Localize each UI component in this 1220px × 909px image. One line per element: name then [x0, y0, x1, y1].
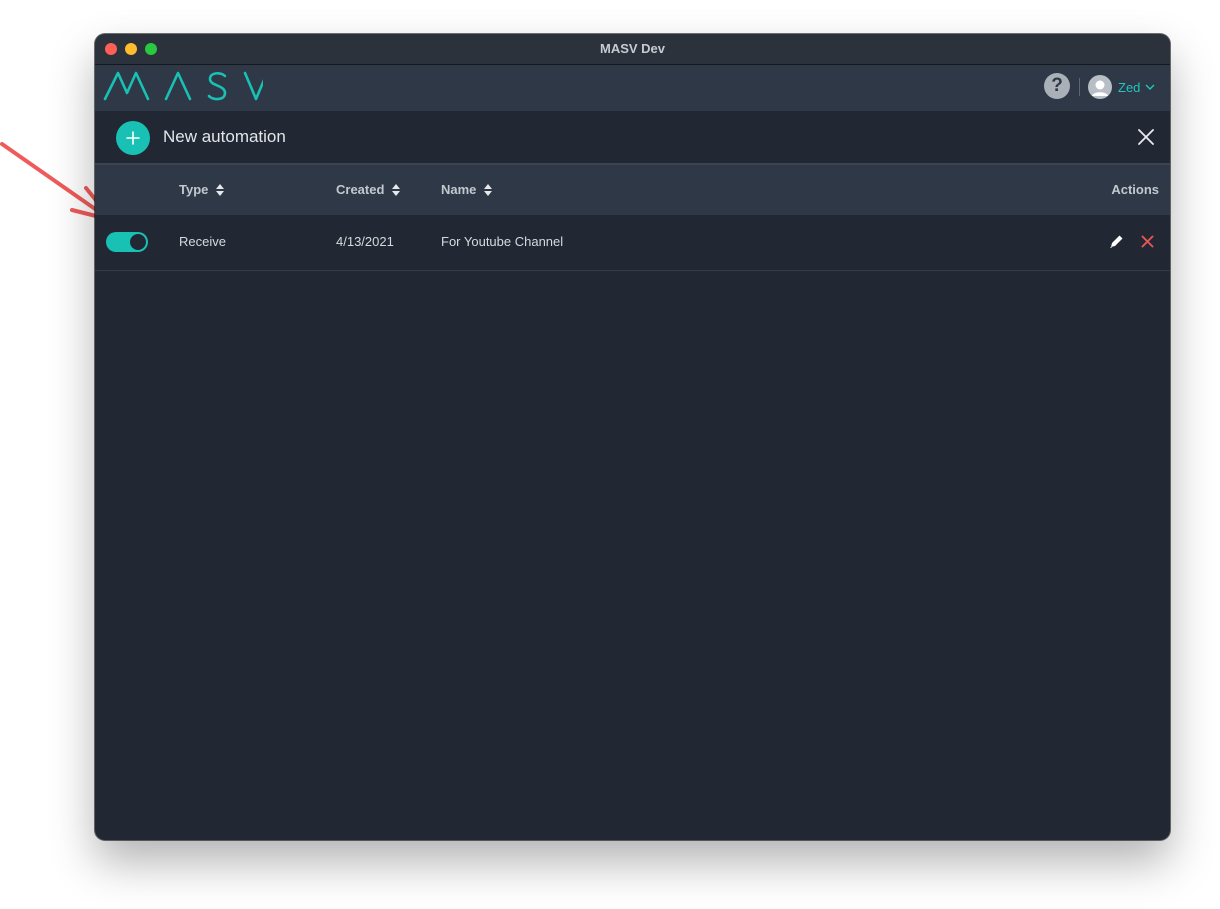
help-button[interactable]: ?	[1044, 73, 1070, 99]
column-header-type-label: Type	[179, 182, 209, 197]
new-automation-label[interactable]: New automation	[163, 127, 286, 147]
column-header-created[interactable]: Created	[336, 182, 401, 197]
table-header: Type Created Name Actions	[95, 165, 1170, 215]
column-header-name[interactable]: Name	[441, 182, 493, 197]
window-title: MASV Dev	[599, 41, 666, 56]
plus-icon	[126, 131, 140, 145]
masv-logo-icon	[103, 71, 269, 101]
add-automation-button[interactable]	[116, 121, 150, 155]
column-header-type[interactable]: Type	[179, 182, 225, 197]
row-name: For Youtube Channel	[441, 234, 564, 249]
header-divider	[1079, 78, 1080, 96]
user-menu-button[interactable]: Zed	[1088, 74, 1155, 100]
x-icon[interactable]	[1141, 235, 1154, 248]
automation-action-bar: New automation	[95, 111, 1170, 165]
chevron-down-icon	[1145, 84, 1155, 90]
column-header-created-label: Created	[336, 182, 385, 197]
row-type: Receive	[179, 234, 226, 249]
user-name: Zed	[1118, 79, 1141, 95]
sort-arrows-icon	[484, 183, 493, 196]
sort-arrows-icon	[216, 183, 225, 196]
column-header-actions: Actions	[1111, 182, 1159, 197]
row-created: 4/13/2021	[336, 234, 394, 249]
app-window: MASV Dev ? Zed New automation Type Creat…	[95, 34, 1170, 840]
toggle-knob	[130, 234, 146, 250]
table-row: Receive 4/13/2021 For Youtube Channel	[95, 215, 1170, 271]
pencil-icon[interactable]	[1108, 233, 1125, 250]
user-avatar-icon	[1088, 75, 1112, 99]
close-icon[interactable]	[1138, 129, 1154, 145]
automation-enabled-toggle[interactable]	[106, 232, 148, 252]
column-header-name-label: Name	[441, 182, 477, 197]
masv-logo	[103, 69, 269, 103]
app-header: ? Zed	[95, 65, 1170, 111]
window-titlebar[interactable]: MASV Dev	[95, 34, 1170, 65]
screenshot-stage: MASV Dev ? Zed New automation Type Creat…	[0, 0, 1220, 909]
sort-arrows-icon	[392, 183, 401, 196]
